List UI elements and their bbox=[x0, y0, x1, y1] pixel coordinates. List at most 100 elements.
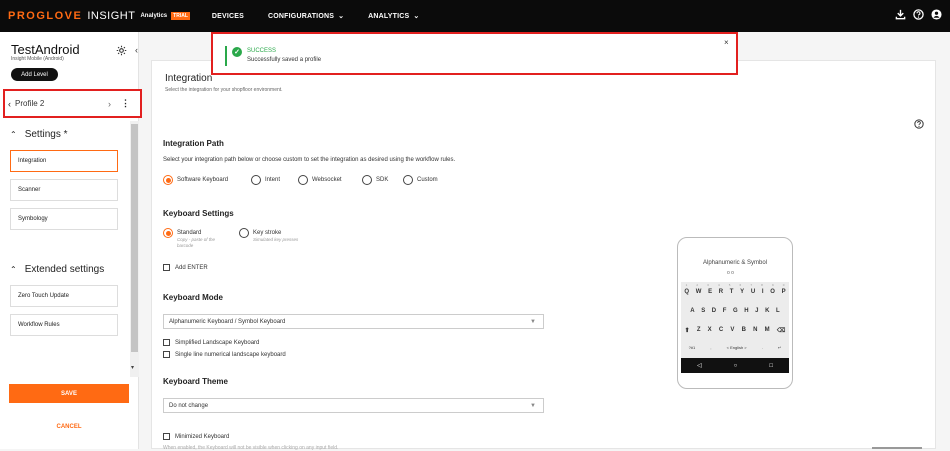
key-hint: 4 bbox=[717, 283, 720, 287]
profile-selector[interactable]: ‹ Profile 2 › ⋮ bbox=[3, 89, 142, 118]
checkbox-box bbox=[163, 351, 170, 358]
checkbox-label: Single line numerical landscape keyboard bbox=[175, 351, 286, 358]
key: T bbox=[729, 289, 734, 295]
radio-software-keyboard[interactable]: Software Keyboard bbox=[163, 175, 228, 185]
key: Q bbox=[684, 289, 690, 295]
key: I bbox=[761, 289, 764, 295]
radio-websocket[interactable]: Websocket bbox=[298, 175, 342, 185]
dropdown-arrow-icon: ▼ bbox=[530, 318, 536, 325]
extended-settings-header[interactable]: ⌃ Extended settings bbox=[10, 264, 104, 275]
sidebar-item-integration[interactable]: Integration bbox=[10, 150, 118, 172]
collapse-sidebar-icon[interactable]: ‹ bbox=[135, 45, 138, 55]
keyboard-theme-select[interactable]: Do not change ▼ bbox=[163, 398, 544, 413]
key: H bbox=[744, 308, 749, 314]
key: O bbox=[770, 289, 775, 295]
chevron-right-icon[interactable]: › bbox=[108, 99, 111, 109]
download-icon[interactable] bbox=[894, 8, 906, 20]
key: A bbox=[690, 308, 695, 314]
sidebar-item-workflow-rules[interactable]: Workflow Rules bbox=[10, 314, 118, 336]
key: E bbox=[708, 289, 713, 295]
simplified-landscape-checkbox[interactable]: Simplified Landscape Keyboard bbox=[163, 339, 259, 346]
brand-logo[interactable]: PROGLOVE INSIGHT Analytics TRIAL bbox=[8, 10, 190, 22]
sidebar-item-zero-touch-update[interactable]: Zero Touch Update bbox=[10, 285, 118, 307]
sidebar-item-scanner[interactable]: Scanner bbox=[10, 179, 118, 201]
radio-label: Custom bbox=[417, 177, 438, 183]
key: J bbox=[755, 308, 759, 314]
radio-dot bbox=[239, 228, 249, 238]
key: Z bbox=[696, 327, 701, 333]
help-icon[interactable] bbox=[912, 8, 924, 20]
gear-icon[interactable] bbox=[116, 43, 128, 56]
chevron-up-icon: ⌃ bbox=[10, 130, 17, 139]
keyboard-mode-select[interactable]: Alphanumeric Keyboard / Symbol Keyboard ▼ bbox=[163, 314, 544, 329]
top-actions bbox=[894, 8, 942, 20]
single-line-checkbox[interactable]: Single line numerical landscape keyboard bbox=[163, 351, 286, 358]
settings-section-header[interactable]: ⌃ Settings * bbox=[10, 129, 68, 140]
key: P bbox=[781, 289, 786, 295]
keyboard-row-2: ASDFGHJKL bbox=[681, 308, 789, 314]
keyboard-row-4: ?#1, < English >. ↵ bbox=[681, 345, 789, 350]
key-hint: 9 bbox=[771, 283, 774, 287]
keyboard-theme-heading: Keyboard Theme bbox=[163, 377, 228, 386]
minimized-keyboard-checkbox[interactable]: Minimized Keyboard bbox=[163, 433, 229, 440]
nav-devices[interactable]: DEVICES bbox=[212, 12, 244, 20]
save-button[interactable]: SAVE bbox=[9, 384, 129, 403]
chevron-down-icon: ⌄ bbox=[338, 13, 345, 20]
keyboard-preview-title: Alphanumeric & Symbol bbox=[702, 260, 768, 266]
integration-path-description: Select your integration path below or ch… bbox=[163, 157, 456, 163]
radio-dot bbox=[163, 175, 173, 185]
dropdown-arrow-icon: ▼ bbox=[530, 402, 536, 409]
radio-label: Websocket bbox=[312, 177, 342, 183]
radio-custom[interactable]: Custom bbox=[403, 175, 438, 185]
cancel-button[interactable]: CANCEL bbox=[9, 419, 129, 434]
sidebar-item-symbology[interactable]: Symbology bbox=[10, 208, 118, 230]
scroll-down-icon[interactable]: ▾ bbox=[131, 364, 134, 371]
add-enter-checkbox[interactable]: Add ENTER bbox=[163, 264, 208, 271]
main-nav: DEVICES CONFIGURATIONS ⌄ ANALYTICS ⌄ bbox=[212, 12, 444, 21]
key: X bbox=[707, 327, 712, 333]
check-circle-icon: ✓ bbox=[232, 47, 242, 57]
keystroke-hint: Simulated key presses bbox=[253, 237, 299, 242]
radio-dot bbox=[403, 175, 413, 185]
key: ↵ bbox=[778, 345, 782, 350]
integration-path-heading: Integration Path bbox=[163, 139, 224, 148]
key-hint: 3 bbox=[707, 283, 709, 287]
help-icon[interactable] bbox=[914, 116, 924, 129]
key: < English > bbox=[726, 345, 747, 350]
key: B bbox=[741, 327, 746, 333]
chevron-up-icon: ⌃ bbox=[10, 265, 17, 274]
key: K bbox=[765, 308, 770, 314]
radio-label: Intent bbox=[265, 177, 281, 183]
device-title: TestAndroid bbox=[11, 42, 80, 57]
keyboard-row-3: ⬆ ZXCVB NM ⌫ bbox=[681, 327, 789, 334]
radio-intent[interactable]: Intent bbox=[251, 175, 280, 185]
brand-proglove: PROGLOVE bbox=[8, 10, 83, 22]
checkbox-box bbox=[163, 433, 170, 440]
checkbox-label: Minimized Keyboard bbox=[175, 433, 230, 440]
key-hint: 0 bbox=[782, 283, 785, 287]
keyboard-row-1: QWERTYUIOP bbox=[681, 289, 789, 295]
sidebar-scrollbar-thumb[interactable] bbox=[131, 124, 138, 352]
settings-section-label: Settings * bbox=[24, 129, 68, 140]
chevron-left-icon[interactable]: ‹ bbox=[8, 99, 11, 109]
radio-sdk[interactable]: SDK bbox=[362, 175, 388, 185]
keyboard-number-hints: 1 2 3 4 5 6 7 8 9 0 bbox=[681, 283, 789, 287]
standard-hint: Copy - paste of the barcode bbox=[177, 237, 216, 248]
radio-dot bbox=[362, 175, 372, 185]
top-navigation-bar: PROGLOVE INSIGHT Analytics TRIAL DEVICES… bbox=[0, 0, 950, 32]
nav-configurations[interactable]: CONFIGURATIONS ⌄ bbox=[268, 12, 345, 21]
page-title: Integration bbox=[165, 73, 213, 84]
key: Y bbox=[740, 289, 745, 295]
add-level-button[interactable]: Add Level bbox=[11, 68, 58, 81]
page-subtitle: Select the integration for your shopfloo… bbox=[165, 87, 283, 93]
account-icon[interactable] bbox=[930, 8, 942, 20]
key: ?#1 bbox=[688, 345, 696, 350]
toast-title: SUCCESS bbox=[247, 48, 277, 54]
nav-analytics[interactable]: ANALYTICS ⌄ bbox=[368, 12, 419, 21]
more-options-icon[interactable]: ⋮ bbox=[121, 98, 130, 109]
radio-dot bbox=[163, 228, 173, 238]
close-icon[interactable]: × bbox=[724, 38, 729, 47]
nav-devices-label: DEVICES bbox=[211, 12, 245, 20]
key: G bbox=[732, 308, 738, 314]
key: C bbox=[718, 327, 724, 333]
